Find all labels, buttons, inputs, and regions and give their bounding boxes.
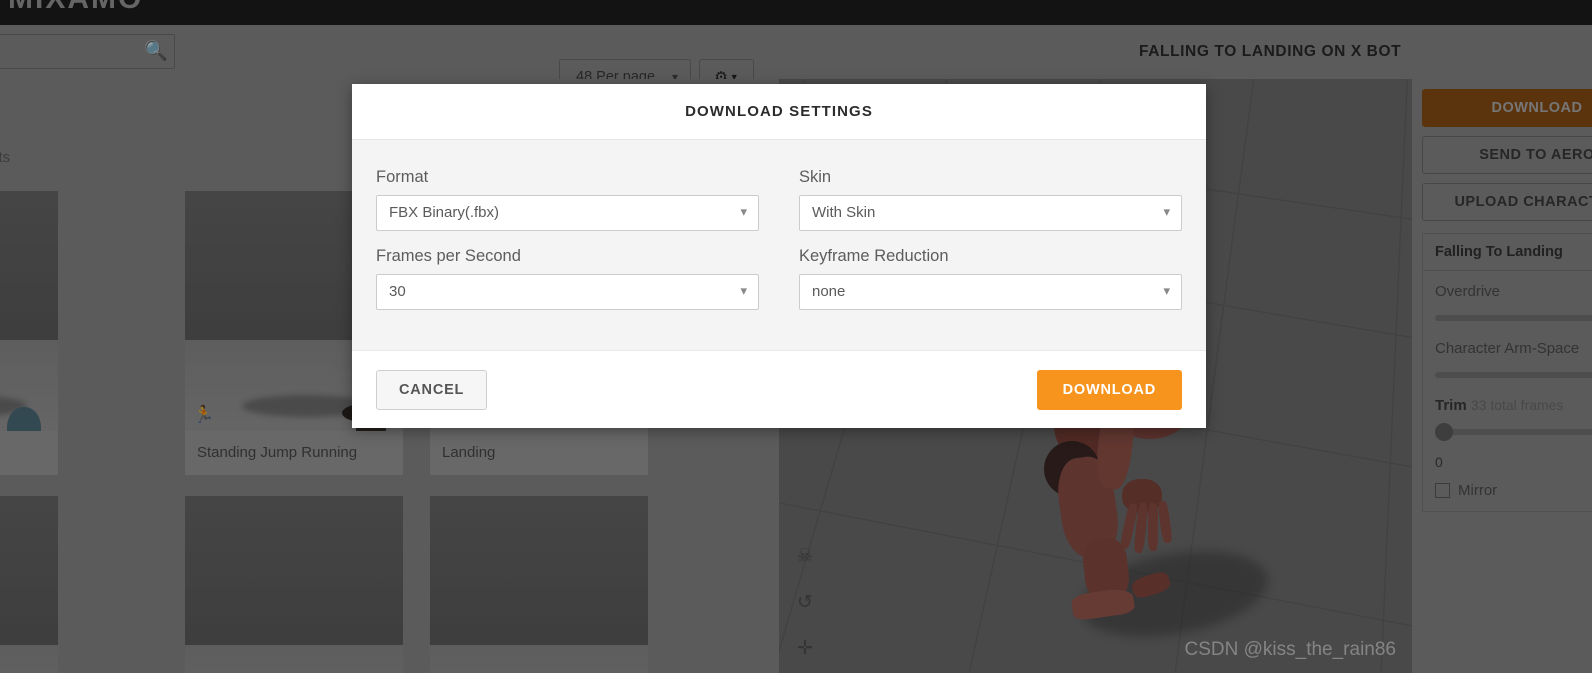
modal-header: DOWNLOAD SETTINGS [352, 84, 1206, 140]
modal-download-button[interactable]: DOWNLOAD [1036, 369, 1182, 410]
fps-select[interactable]: 243060 [376, 274, 759, 310]
skin-label: Skin [799, 168, 832, 186]
download-settings-modal: DOWNLOAD SETTINGS Format FBX Binary(.fbx… [352, 84, 1206, 428]
keyframe-reduction-label: Keyframe Reduction [799, 247, 949, 265]
keyframe-reduction-select[interactable]: noneuniformnon-uniform [799, 274, 1182, 310]
application-window: MIXAMO 🔍 48 Per page ▾ ⚙▼ results [0, 0, 1592, 673]
modal-body: Format FBX Binary(.fbx)FBX for Unity(.fb… [352, 140, 1206, 350]
fps-label: Frames per Second [376, 247, 521, 265]
cancel-button[interactable]: CANCEL [376, 369, 488, 410]
skin-field: Skin With SkinWithout Skin ▾ [799, 168, 1182, 231]
format-select[interactable]: FBX Binary(.fbx)FBX for Unity(.fbx)Colla… [376, 195, 759, 231]
format-label: Format [376, 168, 429, 186]
keyframe-reduction-field: Keyframe Reduction noneuniformnon-unifor… [799, 247, 1182, 310]
format-field: Format FBX Binary(.fbx)FBX for Unity(.fb… [376, 168, 759, 231]
modal-footer: CANCEL DOWNLOAD [352, 350, 1206, 428]
modal-title: DOWNLOAD SETTINGS [685, 103, 873, 120]
skin-select[interactable]: With SkinWithout Skin [799, 195, 1182, 231]
fps-field: Frames per Second 243060 ▾ [376, 247, 759, 310]
